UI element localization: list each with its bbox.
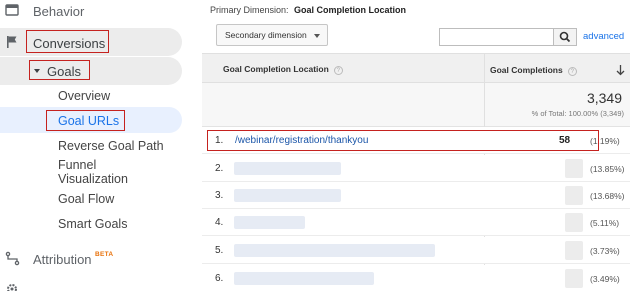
column-header-location[interactable]: Goal Completion Location? <box>223 64 343 75</box>
redacted-value <box>565 241 583 260</box>
row-percent: (13.85%) <box>590 164 625 174</box>
sidebar-item-smart-goals[interactable]: Smart Goals <box>58 217 127 232</box>
primary-dimension-value[interactable]: Goal Completion Location <box>294 5 406 15</box>
collapse-chevron-icon[interactable] <box>163 286 171 291</box>
row-percent: (3.73%) <box>590 246 620 256</box>
table-header: Goal Completion Location? Goal Completio… <box>202 53 630 83</box>
attribution-icon <box>5 251 21 267</box>
redacted-location <box>234 244 435 257</box>
highlight-box-goals <box>29 60 90 80</box>
caret-down-icon <box>314 34 320 38</box>
primary-dimension: Primary Dimension: Goal Completion Locat… <box>210 5 406 15</box>
gear-icon[interactable] <box>6 282 18 291</box>
highlight-box-row-1 <box>207 130 599 151</box>
total-percent: % of Total: 100.00% (3,349) <box>531 109 624 118</box>
table-row: 5. (3.73%) <box>202 237 630 264</box>
column-header-completions-label: Goal Completions <box>490 65 563 75</box>
table-row: 2. (13.85%) <box>202 155 630 182</box>
table-row: 6. (3.49%) <box>202 265 630 291</box>
redacted-value <box>565 269 583 288</box>
sidebar-item-label: Attribution <box>33 252 92 267</box>
redacted-value <box>565 159 583 178</box>
advanced-link[interactable]: advanced <box>583 31 624 42</box>
sidebar-item-overview[interactable]: Overview <box>58 89 110 104</box>
row-percent: (5.11%) <box>590 218 620 228</box>
row-number: 5. <box>215 245 224 256</box>
flag-icon <box>5 35 21 51</box>
column-header-location-label: Goal Completion Location <box>223 64 329 74</box>
behavior-icon <box>5 3 21 19</box>
search-button[interactable] <box>553 28 577 46</box>
highlight-box-conversions <box>26 30 109 53</box>
help-icon[interactable]: ? <box>333 66 343 75</box>
search-input[interactable] <box>439 28 556 46</box>
redacted-location <box>234 189 341 202</box>
table-row: 4. (5.11%) <box>202 209 630 236</box>
sidebar-item-funnel-visualization-line2: Visualization <box>58 172 128 186</box>
row-number: 2. <box>215 163 224 174</box>
row-number: 3. <box>215 190 224 201</box>
totals-row: 3,349 % of Total: 100.00% (3,349) <box>202 83 630 127</box>
primary-dimension-label: Primary Dimension: <box>210 5 289 15</box>
sidebar-item-label: Behavior <box>33 4 85 19</box>
redacted-value <box>565 186 583 205</box>
sidebar-item-goal-flow[interactable]: Goal Flow <box>58 192 114 207</box>
sidebar-item-attribution[interactable]: Attribution BETA <box>0 246 196 272</box>
row-percent: (3.49%) <box>590 274 620 284</box>
sidebar-item-funnel-visualization[interactable]: Funnel <box>58 158 96 173</box>
row-number: 6. <box>215 273 224 284</box>
sidebar-item-reverse-goal-path[interactable]: Reverse Goal Path <box>58 139 164 154</box>
sidebar-item-behavior[interactable]: Behavior <box>0 0 196 22</box>
column-header-completions[interactable]: Goal Completions? <box>490 65 577 76</box>
total-value: 3,349 <box>586 90 622 106</box>
help-icon[interactable]: ? <box>567 67 577 76</box>
redacted-value <box>565 213 583 232</box>
redacted-location <box>234 216 305 229</box>
search-icon <box>559 31 571 43</box>
row-percent: (13.68%) <box>590 191 625 201</box>
secondary-dimension-dropdown[interactable]: Secondary dimension <box>216 24 328 46</box>
sort-descending-icon[interactable] <box>616 63 625 76</box>
report-main: Primary Dimension: Goal Completion Locat… <box>202 0 630 291</box>
redacted-location <box>234 162 341 175</box>
highlight-box-goal-urls <box>46 110 125 131</box>
row-number: 4. <box>215 217 224 228</box>
table-row: 3. (13.68%) <box>202 182 630 209</box>
redacted-location <box>234 272 374 285</box>
beta-badge: BETA <box>95 251 114 258</box>
secondary-dimension-label: Secondary dimension <box>225 30 307 40</box>
sidebar-nav: Behavior Conversions Goals Overview Goal… <box>0 0 196 291</box>
